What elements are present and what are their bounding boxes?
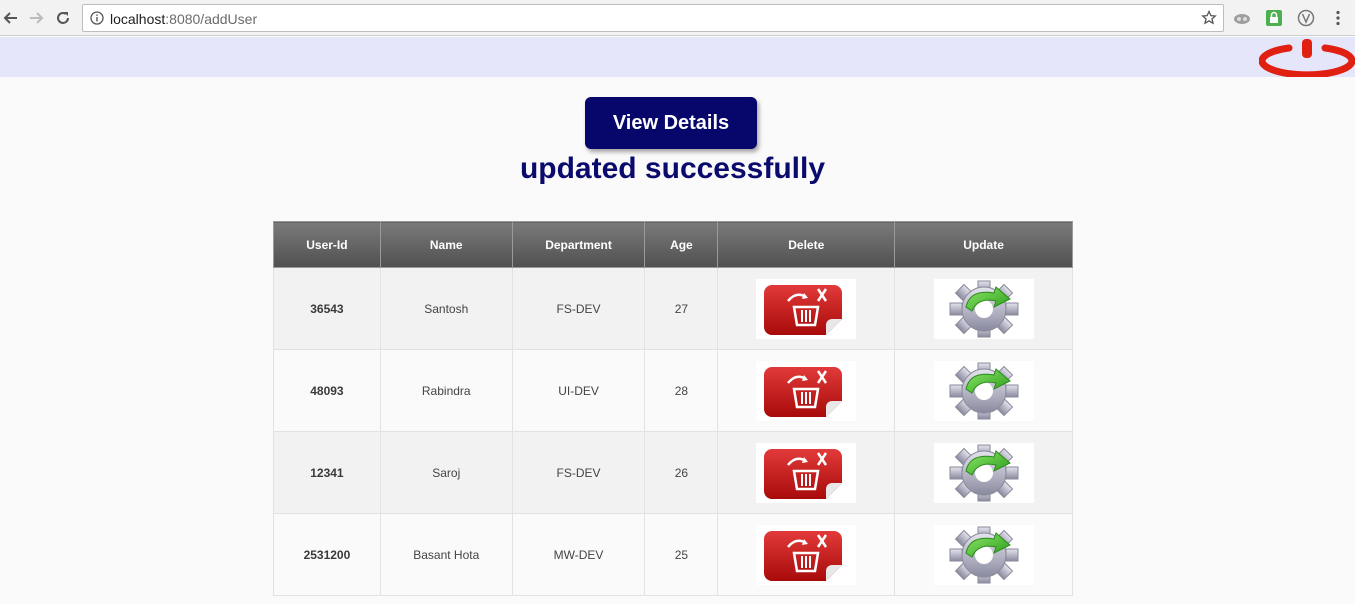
forward-arrow-icon[interactable] (25, 7, 47, 29)
column-header-user-id: User-Id (273, 221, 381, 268)
update-button[interactable] (933, 524, 1034, 585)
table-header-row: User-Id Name Department Age Delete Updat… (273, 221, 1073, 268)
trash-delete-icon (764, 448, 843, 499)
trash-delete-icon (764, 284, 843, 335)
cell-age: 28 (644, 349, 719, 432)
cell-update (894, 267, 1073, 350)
browser-toolbar: localhost:8080/addUser (0, 0, 1355, 36)
bookmark-star-icon[interactable] (1201, 10, 1217, 26)
gear-update-icon (949, 526, 1019, 583)
delete-button[interactable] (756, 278, 857, 339)
delete-button[interactable] (756, 524, 857, 585)
cell-department: FS-DEV (511, 267, 646, 350)
url-path: :8080/addUser (165, 11, 258, 27)
column-header-update: Update (894, 221, 1073, 268)
table-row: 48093 Rabindra UI-DEV 28 (273, 349, 1073, 432)
gear-update-icon (949, 362, 1019, 419)
app-header-band (0, 37, 1355, 77)
cell-name: Saroj (379, 431, 513, 514)
cell-user-id: 36543 (273, 267, 381, 350)
cell-delete (717, 349, 896, 432)
cell-age: 25 (644, 513, 719, 596)
cell-user-id: 48093 (273, 349, 381, 432)
address-bar[interactable]: localhost:8080/addUser (82, 4, 1224, 32)
extension-glasses-icon[interactable] (1233, 9, 1251, 27)
gear-update-icon (949, 444, 1019, 501)
cell-department: MW-DEV (511, 513, 646, 596)
menu-kebab-icon[interactable] (1329, 9, 1347, 27)
update-button[interactable] (933, 442, 1034, 503)
cell-department: UI-DEV (511, 349, 646, 432)
cell-delete (717, 431, 896, 514)
url-host: localhost (110, 11, 166, 27)
column-header-department: Department (511, 221, 646, 268)
cell-department: FS-DEV (511, 431, 646, 514)
users-table: User-Id Name Department Age Delete Updat… (273, 221, 1073, 596)
cell-age: 27 (644, 267, 719, 350)
info-icon[interactable] (90, 11, 104, 25)
extension-lock-icon[interactable] (1265, 9, 1283, 27)
status-message: updated successfully (519, 152, 826, 185)
cell-age: 26 (644, 431, 719, 514)
extension-v-icon[interactable] (1297, 9, 1315, 27)
cell-update (894, 513, 1073, 596)
update-button[interactable] (933, 360, 1034, 421)
column-header-age: Age (644, 221, 719, 268)
trash-delete-icon (764, 366, 843, 417)
back-arrow-icon[interactable] (0, 7, 22, 29)
cell-update (894, 431, 1073, 514)
gear-update-icon (949, 280, 1019, 337)
cell-name: Basant Hota (379, 513, 513, 596)
cell-name: Rabindra (379, 349, 513, 432)
column-header-name: Name (379, 221, 513, 268)
update-button[interactable] (933, 278, 1034, 339)
power-icon[interactable] (1259, 37, 1355, 77)
trash-delete-icon (764, 530, 843, 581)
table-row: 36543 Santosh FS-DEV 27 (273, 267, 1073, 350)
cell-update (894, 349, 1073, 432)
view-details-button[interactable]: View Details (585, 97, 757, 149)
reload-icon[interactable] (52, 7, 74, 29)
url-text: localhost:8080/addUser (110, 11, 257, 27)
cell-delete (717, 267, 896, 350)
table-row: 12341 Saroj FS-DEV 26 (273, 431, 1073, 514)
cell-user-id: 12341 (273, 431, 381, 514)
table-row: 2531200 Basant Hota MW-DEV 25 (273, 513, 1073, 596)
cell-delete (717, 513, 896, 596)
delete-button[interactable] (756, 442, 857, 503)
cell-user-id: 2531200 (273, 513, 381, 596)
column-header-delete: Delete (717, 221, 896, 268)
cell-name: Santosh (379, 267, 513, 350)
delete-button[interactable] (756, 360, 857, 421)
